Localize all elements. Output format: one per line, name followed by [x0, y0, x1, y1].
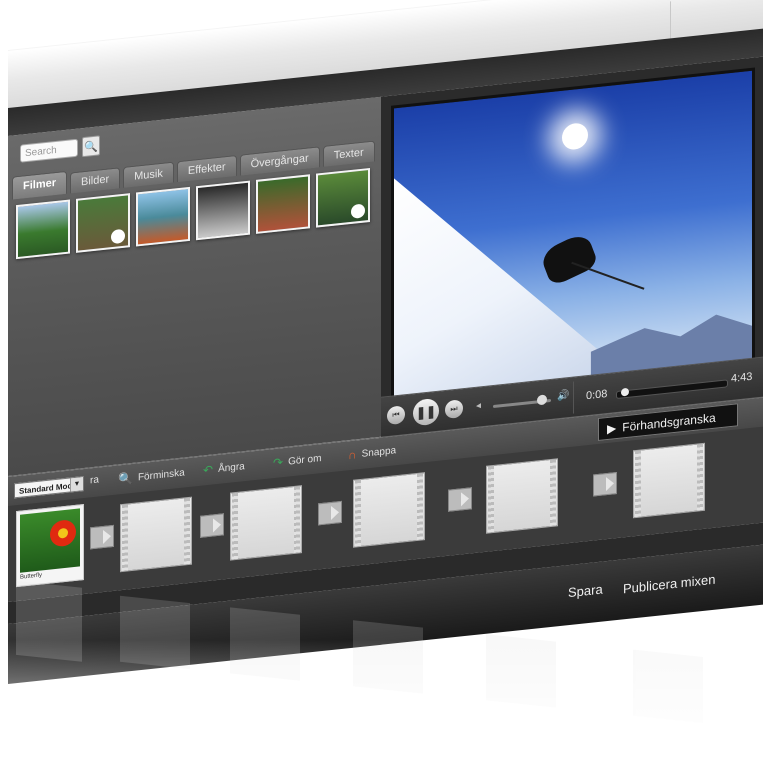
rewind-button[interactable]: ⏮	[387, 405, 405, 426]
mode-select[interactable]: Standard Mode ▼	[14, 476, 84, 499]
clip-slot[interactable]	[353, 472, 425, 548]
tab-overgangar[interactable]: Övergångar	[239, 146, 320, 176]
undo-icon: ↶	[203, 462, 214, 478]
thumbnail-badge	[351, 203, 365, 219]
preview-panel: ⏮ ❚❚ ⏭ ◂ 🔊 0:08 4:43	[381, 56, 763, 438]
tab-effekter[interactable]: Effekter	[176, 154, 237, 183]
video-sun	[562, 122, 588, 151]
pause-icon: ❚❚	[415, 404, 437, 421]
clip-slot[interactable]	[230, 485, 302, 561]
clip-slot[interactable]	[486, 458, 558, 534]
snap-label: Snappa	[361, 444, 397, 460]
tab-filmer[interactable]: Filmer	[12, 170, 68, 200]
pause-button[interactable]: ❚❚	[413, 397, 439, 427]
video-pole	[571, 261, 645, 290]
search-icon: 🔍	[84, 140, 98, 154]
clip-slot[interactable]	[633, 442, 705, 519]
toolbar-partial-label: ra	[90, 474, 99, 487]
transition-slot[interactable]	[318, 500, 342, 526]
zoom-out-button[interactable]: 🔍 Förminska	[118, 465, 185, 487]
seek-bar[interactable]	[616, 379, 728, 400]
undo-label: Ångra	[218, 460, 245, 475]
zoom-out-label: Förminska	[137, 466, 185, 483]
search-button[interactable]: 🔍	[82, 135, 100, 158]
thumbnail-badge	[111, 228, 125, 245]
transition-slot[interactable]	[200, 513, 224, 538]
forward-button[interactable]: ⏭	[445, 399, 463, 420]
redo-icon: ↷	[273, 455, 284, 471]
volume-knob[interactable]	[537, 394, 548, 406]
publish-button[interactable]: Publicera mixen	[623, 572, 716, 597]
volume-high-icon: 🔊	[557, 389, 570, 403]
redo-button[interactable]: ↷ Gör om	[273, 451, 322, 471]
undo-button[interactable]: ↶ Ångra	[203, 459, 245, 478]
media-thumbnail[interactable]	[76, 193, 130, 253]
header-divider	[670, 1, 671, 42]
search-input[interactable]: Search	[20, 138, 78, 163]
media-thumbnail[interactable]	[16, 199, 70, 260]
clip-slot[interactable]	[120, 496, 192, 573]
time-total: 4:43	[731, 370, 753, 386]
tab-texter[interactable]: Texter	[322, 140, 375, 167]
tab-bilder[interactable]: Bilder	[70, 167, 121, 194]
chevron-down-icon: ▼	[70, 477, 83, 492]
controls-divider	[573, 381, 574, 414]
zoom-out-icon: 🔍	[118, 470, 133, 487]
transition-slot[interactable]	[593, 471, 617, 497]
reflection-fade	[0, 640, 768, 762]
video-preview[interactable]	[391, 67, 755, 400]
media-thumbnail[interactable]	[316, 167, 370, 228]
rewind-icon: ⏮	[392, 409, 400, 420]
volume-low-icon: ◂	[476, 400, 482, 412]
snap-button[interactable]: ∩ Snappa	[348, 443, 397, 463]
media-library-panel: Search 🔍 Filmer Bilder Musik Effekter Öv…	[8, 96, 381, 477]
preview-label: Förhandsgranska	[622, 410, 716, 434]
redo-label: Gör om	[288, 452, 322, 468]
media-thumbnail[interactable]	[256, 174, 310, 234]
transition-slot[interactable]	[448, 487, 472, 512]
forward-icon: ⏭	[450, 403, 458, 414]
time-current: 0:08	[586, 387, 608, 403]
transition-slot[interactable]	[90, 524, 114, 550]
media-thumbnail[interactable]	[136, 186, 190, 247]
play-icon: ▶	[607, 420, 617, 436]
media-thumbnail[interactable]	[196, 180, 250, 241]
magnet-icon: ∩	[348, 447, 357, 463]
video-skier	[539, 230, 599, 288]
mode-label: Standard Mode	[19, 480, 77, 496]
save-button[interactable]: Spara	[568, 581, 603, 600]
screenshot-frame: Search 🔍 Filmer Bilder Musik Effekter Öv…	[0, 0, 768, 762]
tab-musik[interactable]: Musik	[123, 161, 174, 188]
